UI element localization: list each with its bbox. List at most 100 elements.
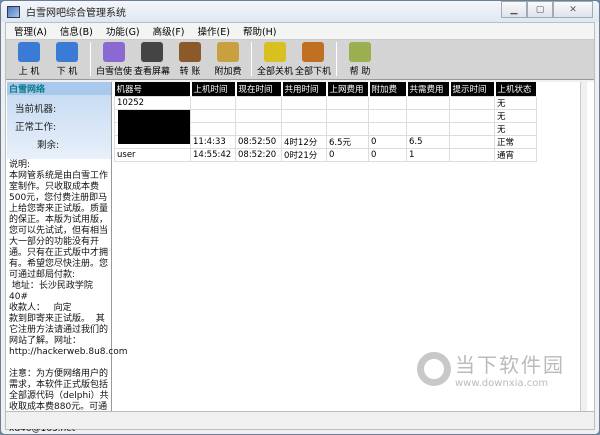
column-header[interactable]: 提示时间 — [449, 82, 496, 96]
description-text: 说明: 本网管系统是由白雪工作室制作。只收取成本费500元，您付费注册即马上给您… — [9, 160, 128, 434]
table-cell: 通宵 — [494, 147, 537, 162]
menu-item-0[interactable]: 管理(A) — [14, 24, 47, 38]
watermark-logo-icon — [417, 352, 451, 386]
table-cell: 08:52:20 — [235, 147, 282, 162]
messenger-icon — [103, 42, 125, 62]
table-cell — [235, 95, 282, 110]
table-cell: 6.5 — [406, 134, 450, 149]
title-bar: 白雪网吧综合管理系统 ▁ ▢ ✕ — [1, 1, 599, 22]
remaining-label: 剩余: — [37, 140, 60, 151]
toolbar-button-2[interactable]: 白雪信使 — [95, 42, 133, 79]
table-cell: 11:4:33 — [190, 134, 236, 149]
toolbar-label: 全部下机 — [294, 67, 331, 77]
table-cell — [406, 95, 450, 110]
toolbar-button-8[interactable]: 帮 助 — [341, 42, 379, 79]
table-cell — [368, 95, 407, 110]
window-title: 白雪网吧综合管理系统 — [26, 8, 126, 19]
status-bar — [6, 411, 594, 429]
table-cell: 无 — [494, 121, 537, 136]
money-bag-icon — [217, 42, 239, 62]
toolbar-label: 转 账 — [179, 67, 201, 77]
transfer-icon — [179, 42, 201, 62]
table-cell — [190, 95, 236, 110]
table-cell — [449, 147, 495, 162]
table-cell: 无 — [494, 95, 537, 110]
table-cell — [449, 121, 495, 136]
table-cell — [235, 121, 282, 136]
panel-header: 白雪网络 — [7, 82, 111, 95]
toolbar-button-1[interactable]: 下 机 — [48, 42, 86, 79]
toolbar-separator — [336, 42, 337, 76]
table-cell — [235, 108, 282, 123]
table-cell: 0 — [326, 147, 369, 162]
table-cell — [449, 108, 495, 123]
table-cell — [449, 95, 495, 110]
column-header[interactable]: 共需费用 — [406, 82, 451, 96]
table-row[interactable]: user 14:55:42 08:52:20 0时21分 0 0 1 通宵 — [114, 147, 537, 162]
menu-item-2[interactable]: 功能(G) — [106, 24, 140, 38]
table-cell: 08:52:50 — [235, 134, 282, 149]
table-cell: 1 — [406, 147, 450, 162]
column-header[interactable]: 共用时间 — [281, 82, 328, 96]
maximize-button[interactable]: ▢ — [527, 1, 553, 18]
watermark-url: www.downxia.com — [455, 378, 549, 389]
table-cell: 10252 — [114, 95, 191, 110]
menu-item-5[interactable]: 帮助(H) — [243, 24, 277, 38]
column-header[interactable]: 上机时间 — [190, 82, 237, 96]
vertical-scrollbar[interactable] — [580, 82, 587, 411]
toolbar-button-4[interactable]: 转 账 — [171, 42, 209, 79]
toolbar-label: 帮 助 — [349, 67, 371, 77]
menu-item-4[interactable]: 操作(E) — [198, 24, 230, 38]
table-row[interactable]: 10252 无 — [114, 95, 537, 110]
camera-icon — [141, 42, 163, 62]
table-cell: 6.5元 — [326, 134, 369, 149]
toolbar-button-6[interactable]: 全部关机 — [256, 42, 294, 79]
menu-bar: 管理(A) 信息(B) 功能(G) 高级(F) 操作(E) 帮助(H) — [6, 23, 594, 40]
toolbar-button-3[interactable]: 查看屏幕 — [133, 42, 171, 79]
column-header[interactable]: 现在时间 — [235, 82, 283, 96]
table-cell — [326, 108, 369, 123]
table-cell: 无 — [494, 108, 537, 123]
column-header[interactable]: 上网费用 — [326, 82, 370, 96]
table-cell — [190, 121, 236, 136]
table-cell: 14:55:42 — [190, 147, 236, 162]
table-cell: 0 — [368, 147, 407, 162]
table-cell — [406, 121, 450, 136]
close-button[interactable]: ✕ — [553, 1, 593, 18]
normal-work-label: 正常工作: — [15, 122, 57, 133]
toolbar-label: 白雪信使 — [95, 67, 132, 77]
help-icon — [349, 42, 371, 62]
toolbar-button-5[interactable]: 附加费 — [209, 42, 247, 79]
table-cell: 0 — [368, 134, 407, 149]
computer-off-icon — [56, 42, 78, 62]
column-header[interactable]: 附加费 — [368, 82, 408, 96]
table-cell — [326, 121, 369, 136]
column-header[interactable]: 机器号 — [114, 82, 192, 96]
table-cell — [368, 108, 407, 123]
minimize-button[interactable]: ▁ — [501, 1, 527, 18]
toolbar-separator — [90, 42, 91, 76]
redacted-block — [118, 110, 190, 144]
column-header[interactable]: 上机状态 — [494, 82, 538, 96]
current-machine-label: 当前机器: — [15, 104, 57, 115]
table-cell — [368, 121, 407, 136]
table-cell — [281, 121, 327, 136]
menu-item-3[interactable]: 高级(F) — [153, 24, 185, 38]
table-cell — [326, 95, 369, 110]
watermark-name: 当下软件园 — [455, 353, 565, 377]
shutdown-all-icon — [264, 42, 286, 62]
machine-table: 机器号 上机时间 现在时间 共用时间 上网费用 附加费 共需费用 提示时间 上机状态 10252 无… — [114, 82, 587, 411]
table-cell: 4时12分 — [281, 134, 327, 149]
menu-item-1[interactable]: 信息(B) — [60, 24, 93, 38]
toolbar-separator — [251, 42, 252, 76]
toolbar-button-0[interactable]: 上 机 — [10, 42, 48, 79]
table-cell — [281, 95, 327, 110]
table-cell — [449, 134, 495, 149]
toolbar-button-7[interactable]: 全部下机 — [294, 42, 332, 79]
toolbar: 上 机 下 机 白雪信使 查看屏幕转 账 附加费 全部关机 全部下机 帮 助 — [6, 40, 594, 80]
app-window: 白雪网吧综合管理系统 ▁ ▢ ✕ 管理(A) 信息(B) 功能(G) 高级(F) 操作(… — [0, 0, 600, 435]
toolbar-label: 下 机 — [56, 67, 78, 77]
table-cell — [281, 108, 327, 123]
toolbar-label: 查看屏幕 — [133, 67, 170, 77]
table-cell — [406, 108, 450, 123]
